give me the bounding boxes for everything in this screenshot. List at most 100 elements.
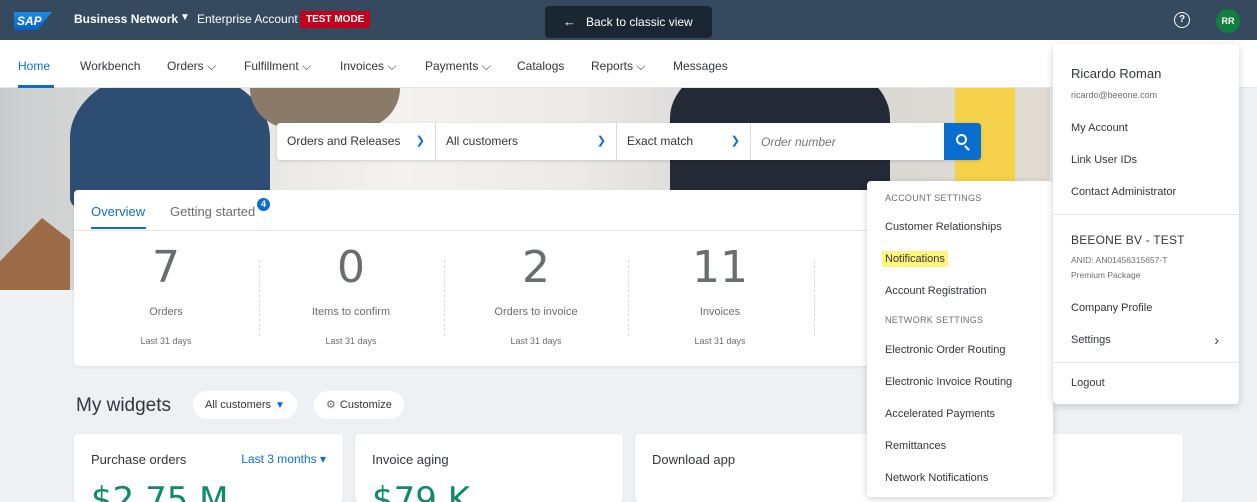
kpi-value: 0	[337, 242, 365, 293]
menu-network-notifications[interactable]: Network Notifications	[885, 472, 988, 484]
kpi-items-to-confirm[interactable]: 0 Items to confirm Last 31 days	[259, 242, 443, 347]
help-icon[interactable]: ?	[1174, 12, 1190, 28]
match-value: Exact match	[627, 134, 694, 148]
chevron-down-icon: ❯	[596, 135, 606, 147]
tab-active-indicator	[91, 227, 146, 229]
shell-bar: SAP Business Network ▼ Enterprise Accoun…	[0, 0, 1257, 40]
document-type-value: Orders and Releases	[287, 134, 401, 148]
menu-electronic-invoice-routing[interactable]: Electronic Invoice Routing	[885, 376, 1012, 388]
user-profile-panel: Ricardo Roman ricardo@beeone.com My Acco…	[1053, 44, 1239, 404]
logout-link[interactable]: Logout	[1071, 377, 1105, 389]
network-settings-header: NETWORK SETTINGS	[885, 315, 984, 325]
widget-title: Invoice aging	[372, 452, 449, 467]
sap-logo[interactable]: SAP	[14, 12, 52, 30]
widget-invoice-aging[interactable]: Invoice aging $79 K	[355, 434, 623, 502]
nav-home[interactable]: Home	[18, 59, 50, 73]
widget-value: $79 K	[372, 480, 470, 502]
kpi-invoices[interactable]: 11 Invoices Last 31 days	[628, 242, 812, 347]
menu-remittances[interactable]: Remittances	[885, 440, 946, 452]
widget-title: Download app	[652, 452, 736, 467]
menu-customer-relationships[interactable]: Customer Relationships	[885, 221, 1002, 233]
customize-button[interactable]: ⚙ Customize	[314, 391, 404, 419]
menu-notifications[interactable]: Notifications	[882, 251, 948, 267]
classic-view-label: Back to classic view	[586, 15, 693, 29]
getting-started-badge: 4	[257, 198, 270, 211]
nav-orders[interactable]: Orders ⌵	[167, 59, 216, 74]
kpi-orders[interactable]: 7 Orders Last 31 days	[74, 242, 258, 347]
search-bar: Orders and Releases ❯ All customers ❯ Exac…	[277, 123, 981, 160]
kpi-period: Last 31 days	[140, 336, 192, 346]
kpi-label: Invoices	[699, 306, 741, 318]
document-type-select[interactable]: Orders and Releases ❯	[277, 123, 436, 160]
divider	[74, 230, 874, 231]
nav-catalogs[interactable]: Catalogs	[517, 59, 564, 73]
user-name: Ricardo Roman	[1071, 66, 1162, 81]
widget-period-select[interactable]: Last 3 months ▾	[241, 452, 326, 466]
widget-value: $2.75 M	[91, 480, 229, 502]
my-account-link[interactable]: My Account	[1071, 122, 1128, 134]
widget-period-label: Last 3 months	[241, 452, 317, 466]
tab-overview[interactable]: Overview	[91, 204, 145, 219]
test-mode-badge: TEST MODE	[300, 11, 371, 28]
overview-card: Overview Getting started 4 7 Orders Last…	[74, 190, 874, 366]
order-number-input[interactable]	[751, 123, 941, 160]
divider	[1053, 214, 1239, 215]
kpi-orders-to-invoice[interactable]: 2 Orders to invoice Last 31 days	[444, 242, 628, 347]
nav-messages[interactable]: Messages	[673, 59, 728, 73]
search-button[interactable]	[944, 123, 981, 160]
kpi-period: Last 31 days	[325, 336, 377, 346]
chevron-down-icon: ❯	[415, 135, 425, 147]
nav-fulfillment[interactable]: Fulfillment ⌵	[244, 59, 311, 74]
kpi-label: Orders to invoice	[494, 306, 578, 318]
nav-workbench[interactable]: Workbench	[80, 59, 140, 73]
menu-electronic-order-routing[interactable]: Electronic Order Routing	[885, 344, 1005, 356]
customize-label: Customize	[339, 399, 392, 411]
chevron-right-icon[interactable]: ›	[1214, 332, 1219, 348]
nav-invoices[interactable]: Invoices ⌵	[340, 59, 396, 74]
customer-select[interactable]: All customers ❯	[436, 123, 617, 160]
kpi-value: 2	[522, 242, 550, 293]
tab-getting-started[interactable]: Getting started	[170, 204, 255, 219]
hero-person-shape	[250, 88, 400, 128]
settings-menu-item[interactable]: Settings	[1071, 334, 1111, 346]
widgets-title: My widgets	[76, 395, 172, 416]
search-icon	[956, 134, 967, 145]
company-name: BEEONE BV - TEST	[1071, 233, 1185, 247]
widget-purchase-orders[interactable]: Purchase orders Last 3 months ▾ $2.75 M	[74, 434, 343, 502]
widgets-customer-filter[interactable]: All customers ▼	[193, 391, 297, 419]
menu-account-registration[interactable]: Account Registration	[885, 285, 987, 297]
chevron-down-icon: ▾	[319, 452, 326, 466]
user-email: ricardo@beeone.com	[1071, 90, 1158, 100]
business-network-title[interactable]: Business Network	[74, 12, 178, 26]
contact-administrator-link[interactable]: Contact Administrator	[1071, 186, 1176, 198]
kpi-label: Items to confirm	[311, 306, 391, 318]
user-avatar[interactable]: RR	[1216, 9, 1240, 33]
menu-accelerated-payments[interactable]: Accelerated Payments	[885, 408, 995, 420]
chevron-down-icon: ▼	[275, 400, 285, 411]
back-to-classic-view-button[interactable]: ← Back to classic view	[545, 6, 712, 38]
account-settings-header: ACCOUNT SETTINGS	[885, 193, 982, 203]
kpi-period: Last 31 days	[510, 336, 562, 346]
kpi-value: 11	[692, 242, 748, 293]
customer-value: All customers	[446, 134, 519, 148]
chevron-down-icon: ❯	[730, 135, 740, 147]
sliders-icon: ⚙	[326, 399, 336, 411]
customer-filter-label: All customers	[205, 399, 272, 411]
nav-payments[interactable]: Payments ⌵	[425, 59, 491, 74]
enterprise-account-title: Enterprise Account	[197, 12, 298, 26]
widget-title: Purchase orders	[91, 452, 187, 467]
match-select[interactable]: Exact match ❯	[617, 123, 751, 160]
nav-reports[interactable]: Reports ⌵	[591, 59, 645, 74]
divider	[1053, 362, 1239, 363]
account-settings-menu: ACCOUNT SETTINGS Customer Relationships …	[867, 181, 1053, 497]
company-package: Premium Package	[1071, 270, 1141, 280]
hero-chair-shape	[0, 218, 70, 290]
kpi-value: 7	[152, 242, 180, 293]
kpi-label: Orders	[149, 306, 183, 318]
arrow-left-icon: ←	[563, 14, 576, 29]
link-user-ids-link[interactable]: Link User IDs	[1071, 154, 1137, 166]
company-anid: ANID: AN01456315657-T	[1071, 255, 1168, 265]
company-profile-link[interactable]: Company Profile	[1071, 302, 1152, 314]
network-caret-icon[interactable]: ▼	[180, 12, 190, 23]
kpi-divider	[814, 260, 815, 336]
